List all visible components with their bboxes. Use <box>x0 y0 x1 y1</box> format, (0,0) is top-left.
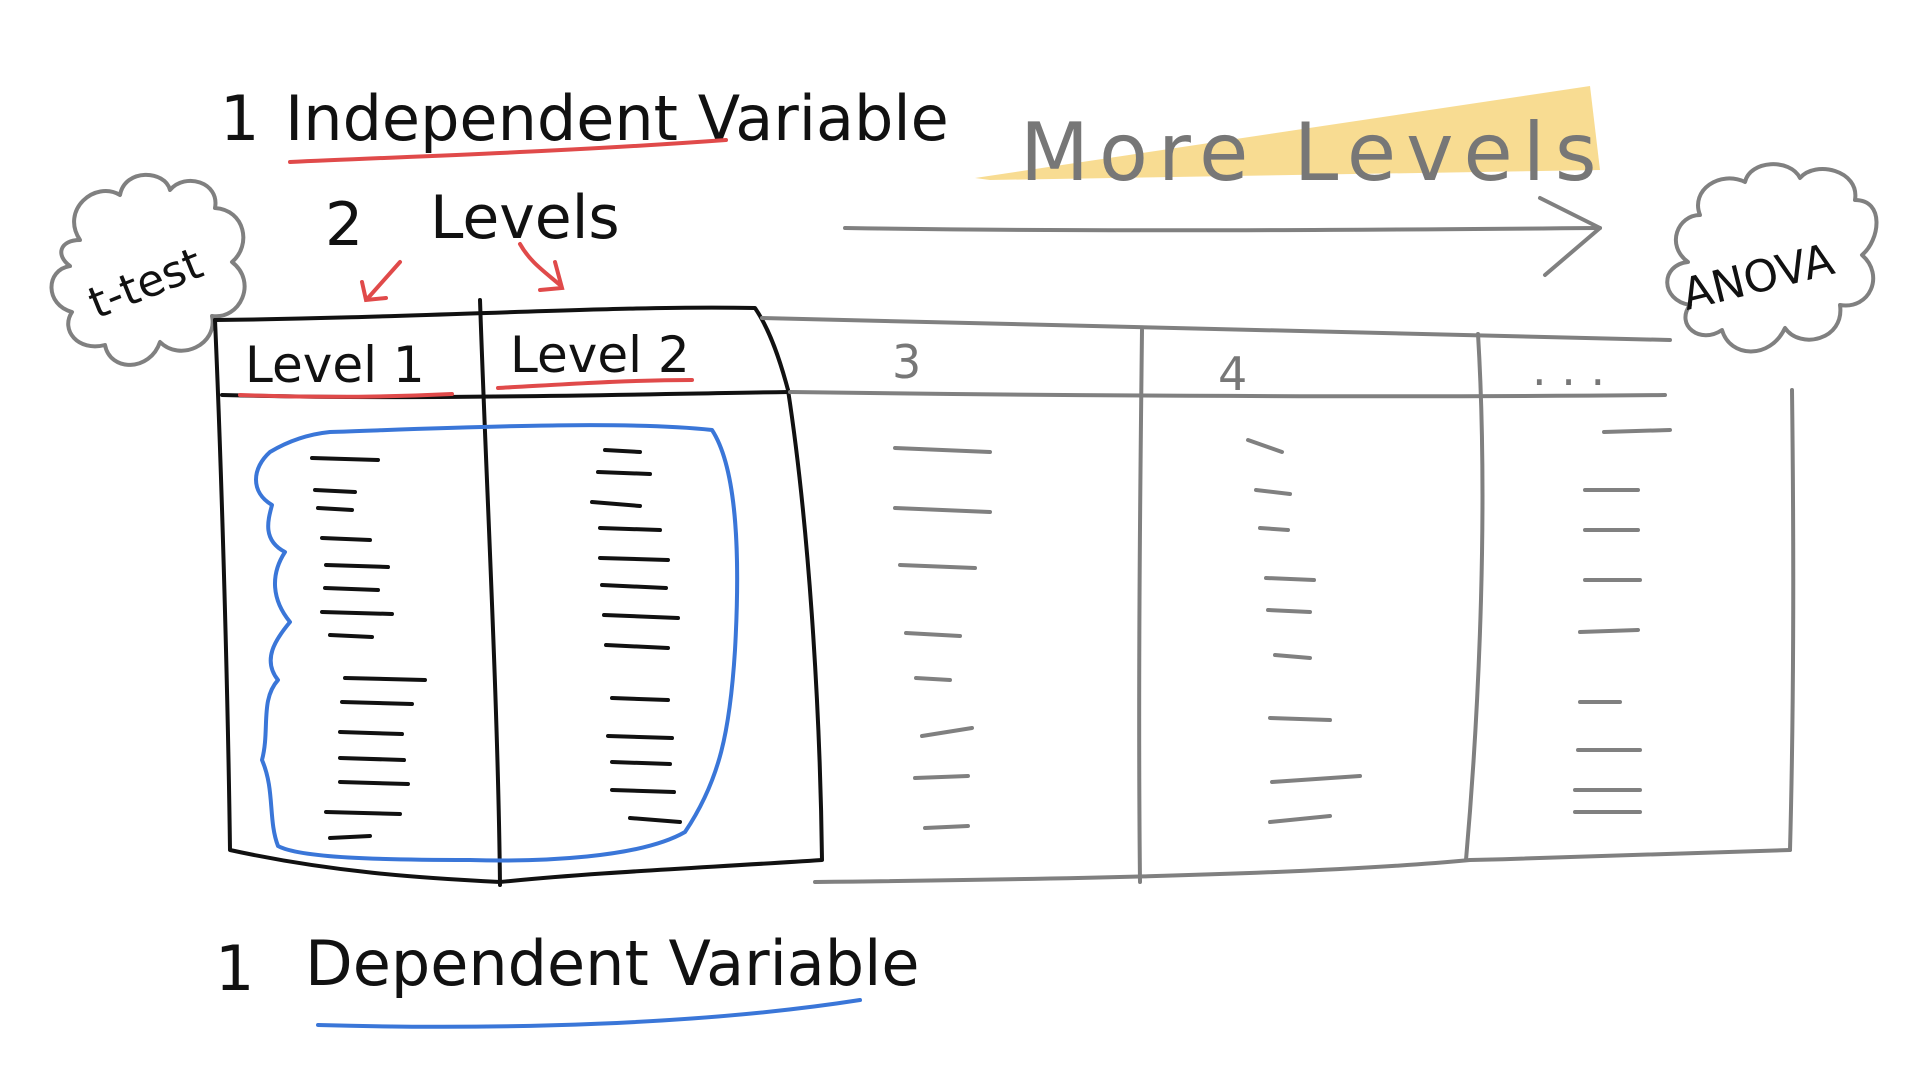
column-more-values <box>1573 428 1672 814</box>
column-more-header: . . . <box>1532 342 1605 396</box>
level1-header: Level 1 <box>245 336 425 394</box>
value-dash <box>600 583 668 590</box>
value-dash <box>1264 576 1316 582</box>
column-4-header: 4 <box>1218 347 1247 401</box>
two-levels-text: Levels <box>430 183 620 253</box>
column-4-values <box>1246 438 1362 824</box>
value-dash <box>603 448 642 454</box>
value-dash <box>1268 814 1332 824</box>
value-dash <box>913 774 970 780</box>
value-dash <box>1254 488 1292 496</box>
t-test-label: t-test <box>82 238 210 329</box>
value-dash <box>610 760 672 766</box>
two-levels-number: 2 <box>325 190 363 260</box>
value-dash <box>313 488 357 494</box>
independent-variable-title: 1 Independent Variable <box>220 82 949 164</box>
value-dash <box>328 633 374 639</box>
gray-divider-3-4 <box>1137 328 1144 884</box>
value-dash <box>606 734 674 740</box>
value-dash <box>323 586 380 592</box>
value-dash <box>1270 774 1362 784</box>
value-dash <box>628 816 682 824</box>
two-levels-label: 2 Levels <box>325 183 620 260</box>
value-dash <box>893 506 992 514</box>
more-levels: More Levels <box>843 86 1607 277</box>
value-dash <box>610 696 670 702</box>
column-3-header: 3 <box>892 335 921 389</box>
value-dash <box>602 613 680 620</box>
value-dash <box>310 456 380 462</box>
value-dash <box>596 470 652 476</box>
more-levels-arrow-head <box>1538 196 1602 277</box>
gray-divider-4-more <box>1464 332 1485 862</box>
value-dash <box>320 536 372 542</box>
value-dash <box>338 756 406 762</box>
value-dash <box>316 506 354 512</box>
gray-bottom-border <box>813 848 1792 884</box>
level2-header: Level 2 <box>510 326 690 384</box>
value-dash <box>604 643 670 650</box>
value-dash <box>1258 526 1290 532</box>
value-dash <box>920 726 974 738</box>
gray-right-border <box>1788 388 1796 852</box>
value-dash <box>324 563 390 569</box>
arrow-to-level1 <box>366 260 402 300</box>
value-dash <box>1266 608 1312 614</box>
value-dash <box>590 500 642 508</box>
table-left-border <box>213 318 502 884</box>
value-dash <box>904 631 962 638</box>
value-dash <box>1602 428 1672 434</box>
column-3-values <box>893 446 992 830</box>
value-dash <box>893 446 992 454</box>
value-dash <box>1273 653 1312 660</box>
value-dash <box>340 700 414 706</box>
anova-cloud: ANOVA <box>1665 162 1879 354</box>
independent-variable-label: Independent Variable <box>285 82 949 155</box>
value-dash <box>914 676 952 682</box>
more-levels-text: More Levels <box>1020 106 1607 199</box>
value-dash <box>923 824 970 830</box>
dependent-variable-label: Dependent Variable <box>305 927 920 1000</box>
independent-variable-number: 1 <box>220 82 259 155</box>
table-right-border <box>498 388 824 884</box>
value-dash <box>343 676 427 682</box>
level1-underline <box>238 392 454 399</box>
value-dash <box>1578 628 1640 634</box>
anova-label: ANOVA <box>1677 234 1839 321</box>
value-dash <box>338 780 410 786</box>
value-dash <box>328 834 372 840</box>
level1-values <box>310 456 427 840</box>
value-dash <box>610 788 676 794</box>
more-levels-arrow-shaft <box>843 226 1602 233</box>
dependent-variable-underline <box>316 998 862 1029</box>
value-dash <box>320 610 394 616</box>
dependent-variable-title: 1 Dependent Variable <box>215 927 920 1029</box>
dependent-variable-number: 1 <box>215 932 254 1005</box>
value-dash <box>598 556 670 562</box>
level2-values <box>590 448 682 824</box>
two-level-table: Level 1 Level 2 <box>213 298 824 887</box>
diagram-canvas: 1 Independent Variable 2 Levels More Lev… <box>49 82 1879 1029</box>
value-dash <box>324 810 402 816</box>
value-dash <box>598 526 662 532</box>
value-dash <box>1246 438 1284 454</box>
value-dash <box>338 730 404 736</box>
value-dash <box>898 563 977 570</box>
more-level-columns: 3 4 . . . <box>760 316 1796 884</box>
value-dash <box>1268 716 1332 722</box>
